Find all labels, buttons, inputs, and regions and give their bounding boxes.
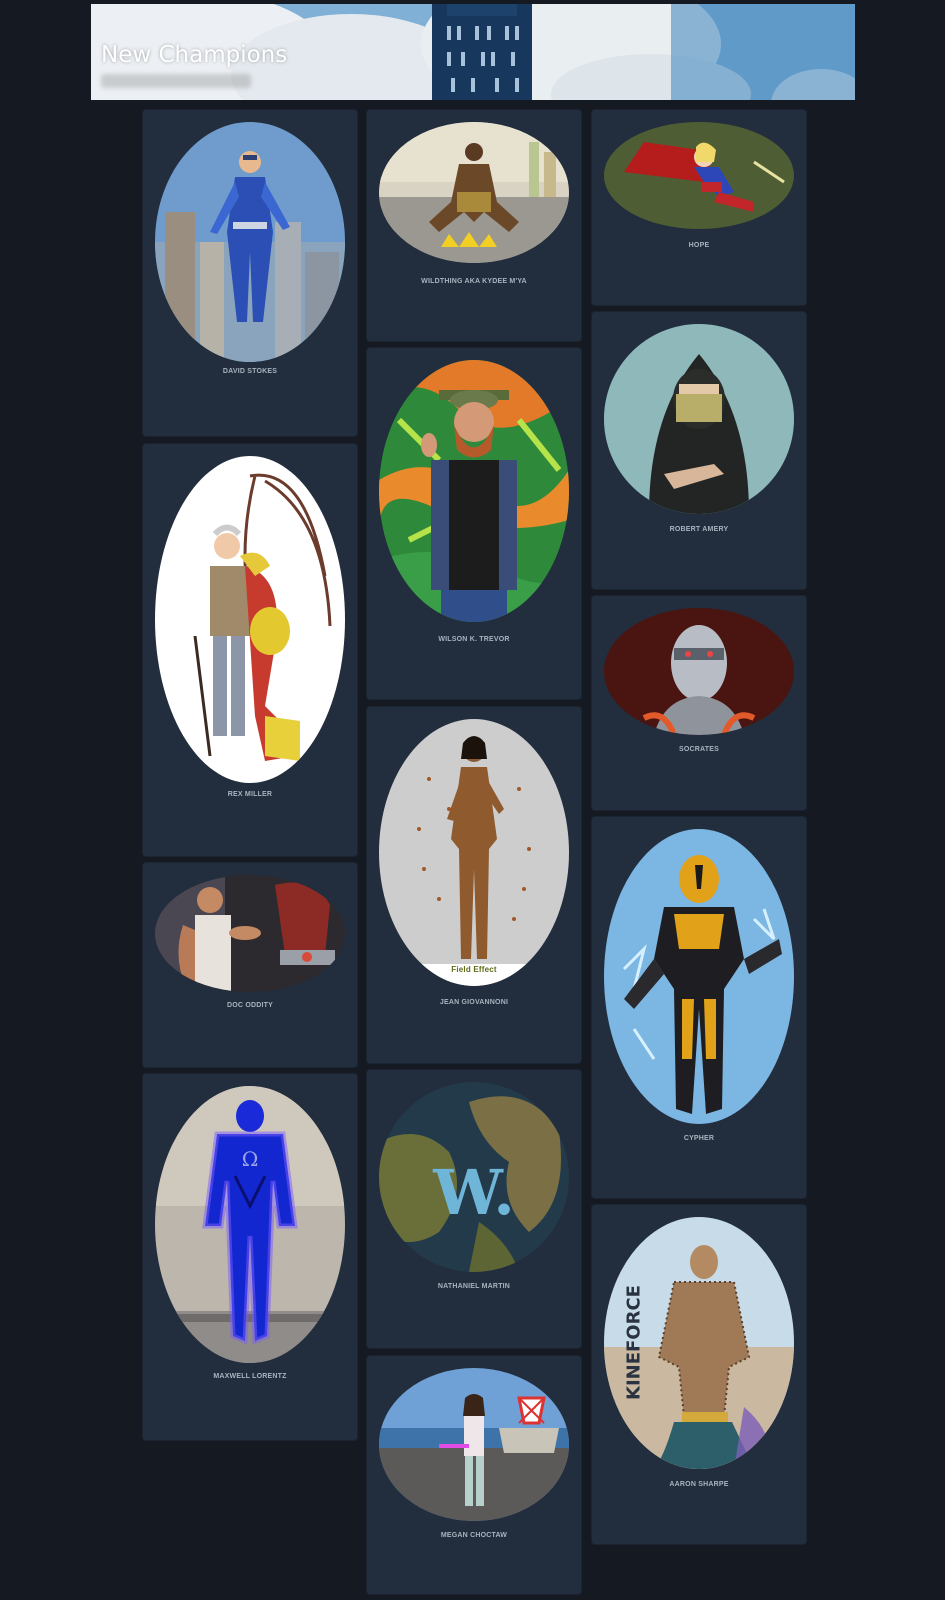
champion-card[interactable]: W. NATHANIEL MARTIN [367,1070,581,1348]
champion-portrait[interactable]: KINEFORCE [604,1217,794,1469]
champion-card[interactable]: Ω MAXWELL LORENTZ [143,1074,357,1440]
champion-portrait[interactable] [155,122,345,362]
champion-portrait[interactable] [155,456,345,783]
page-title: New Champions [101,42,288,68]
champion-portrait[interactable] [604,829,794,1124]
champion-card[interactable]: MEGAN CHOCTAW [367,1356,581,1594]
champion-card[interactable]: WILDTHING AKA KYDEE M'YA [367,110,581,341]
champion-portrait[interactable] [379,1368,569,1521]
page-banner: New Champions [91,4,855,100]
champion-portrait[interactable] [604,122,794,229]
champion-portrait[interactable] [604,324,794,514]
portrait-caption: KINEFORCE [623,1285,645,1400]
champion-name[interactable]: DOC ODDITY [143,1002,357,1009]
champion-name[interactable]: DAVID STOKES [143,368,357,375]
champion-name[interactable]: WILDTHING AKA KYDEE M'YA [367,278,581,285]
champion-name[interactable]: NATHANIEL MARTIN [367,1283,581,1290]
champion-name[interactable]: MEGAN CHOCTAW [367,1532,581,1539]
champion-portrait[interactable] [155,875,345,992]
champion-card[interactable]: DAVID STOKES [143,110,357,436]
svg-text:Ω: Ω [242,1147,259,1171]
champion-name[interactable]: MAXWELL LORENTZ [143,1373,357,1380]
banner-subtitle-blurred [101,74,251,88]
svg-text:W.: W. [432,1156,515,1229]
champion-name[interactable]: ROBERT AMERY [592,526,806,533]
champion-name[interactable]: HOPE [592,242,806,249]
champion-card[interactable]: Field Effect JEAN GIOVANNONI [367,707,581,1063]
champion-card[interactable]: REX MILLER [143,444,357,856]
champion-portrait[interactable] [379,360,569,622]
champion-portrait[interactable]: Ω [155,1086,345,1363]
champion-card[interactable]: KINEFORCE AARON SHARPE [592,1205,806,1544]
champion-portrait[interactable] [379,122,569,263]
champion-card[interactable]: SOCRATES [592,596,806,810]
champion-card[interactable]: CYPHER [592,817,806,1198]
champion-name[interactable]: WILSON K. TREVOR [367,636,581,643]
champion-card[interactable]: ROBERT AMERY [592,312,806,589]
champion-portrait[interactable]: W. [379,1082,569,1272]
portrait-caption: Field Effect [451,965,497,974]
champion-portrait[interactable] [604,608,794,735]
champion-name[interactable]: CYPHER [592,1135,806,1142]
champion-name[interactable]: REX MILLER [143,791,357,798]
champion-card[interactable]: DOC ODDITY [143,863,357,1067]
champion-card[interactable]: HOPE [592,110,806,305]
champion-portrait[interactable] [379,719,569,986]
champion-card[interactable]: WILSON K. TREVOR [367,348,581,699]
champion-name[interactable]: JEAN GIOVANNONI [367,999,581,1006]
champion-name[interactable]: SOCRATES [592,746,806,753]
champion-name[interactable]: AARON SHARPE [592,1481,806,1488]
